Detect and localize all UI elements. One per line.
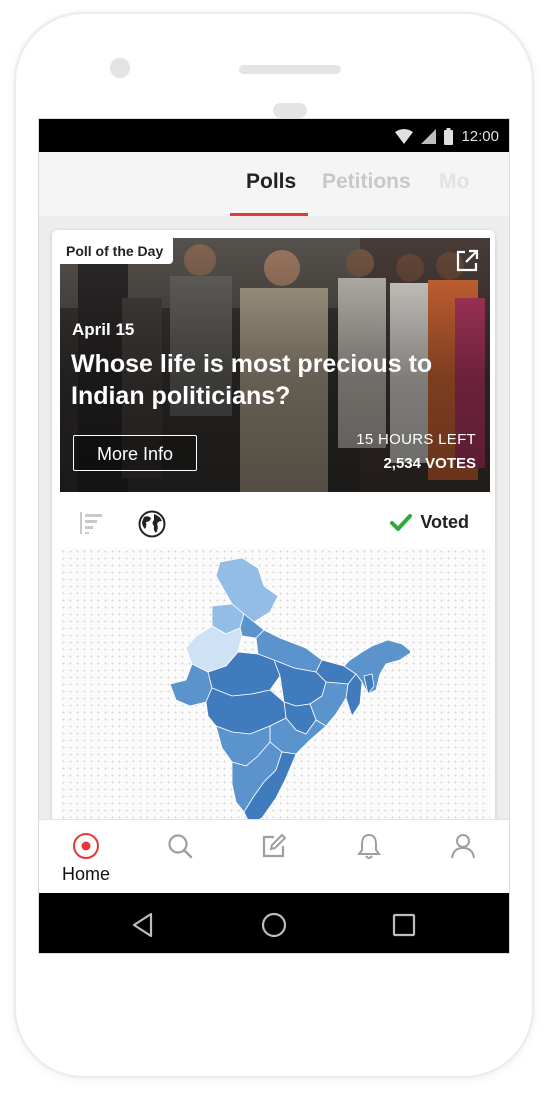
bell-icon bbox=[357, 833, 381, 859]
nav-home[interactable]: Home bbox=[39, 820, 133, 894]
nav-profile[interactable] bbox=[416, 820, 509, 894]
nav-compose[interactable] bbox=[227, 820, 321, 894]
poll-hero-image[interactable]: Poll of the Day April 15 Whose life is m… bbox=[60, 238, 490, 492]
poll-result-toolbar: Voted bbox=[52, 498, 495, 548]
status-bar: 12:00 bbox=[39, 119, 509, 152]
more-info-button[interactable]: More Info bbox=[73, 435, 197, 471]
bar-chart-icon[interactable] bbox=[78, 510, 104, 536]
tab-petitions[interactable]: Petitions bbox=[322, 170, 411, 194]
status-time: 12:00 bbox=[461, 127, 499, 145]
time-left-label: 15 HOURS LEFT bbox=[356, 431, 476, 448]
profile-icon bbox=[451, 834, 475, 859]
globe-icon[interactable] bbox=[138, 510, 166, 538]
search-icon bbox=[168, 834, 193, 859]
external-link-icon[interactable] bbox=[454, 248, 480, 274]
recents-icon[interactable] bbox=[390, 911, 418, 939]
front-camera bbox=[110, 58, 130, 78]
poll-question[interactable]: Whose life is most precious to Indian po… bbox=[71, 348, 481, 412]
back-icon[interactable] bbox=[129, 911, 157, 939]
wifi-icon bbox=[395, 128, 414, 144]
nav-notifications[interactable] bbox=[322, 820, 416, 894]
tab-more[interactable]: Mo bbox=[439, 170, 469, 194]
app-screen: 12:00 Polls Petitions Mo Poll of the Day… bbox=[38, 118, 510, 954]
nav-home-label: Home bbox=[61, 864, 110, 884]
checkmark-icon bbox=[390, 513, 413, 531]
home-circle-icon[interactable] bbox=[260, 911, 288, 939]
earpiece-speaker bbox=[239, 65, 341, 74]
bottom-navigation: Home bbox=[39, 819, 509, 894]
poll-of-the-day-badge: Poll of the Day bbox=[60, 238, 174, 264]
india-map[interactable] bbox=[150, 556, 410, 826]
home-record-icon bbox=[73, 833, 99, 859]
poll-date: April 15 bbox=[72, 320, 135, 339]
proximity-sensor bbox=[273, 103, 307, 118]
battery-icon bbox=[444, 127, 454, 145]
cell-signal-icon bbox=[421, 128, 437, 144]
poll-card[interactable]: Poll of the Day April 15 Whose life is m… bbox=[52, 230, 495, 830]
nav-search[interactable] bbox=[133, 820, 227, 894]
results-map[interactable] bbox=[60, 548, 490, 830]
tab-bar: Polls Petitions Mo bbox=[39, 152, 509, 217]
system-navigation-bar bbox=[39, 893, 509, 953]
poll-feed[interactable]: Poll of the Day April 15 Whose life is m… bbox=[39, 216, 509, 830]
voted-label: Voted bbox=[420, 512, 469, 532]
tab-polls[interactable]: Polls bbox=[246, 170, 296, 194]
vote-count: 2,534 VOTES bbox=[383, 455, 476, 472]
compose-icon bbox=[262, 833, 287, 858]
voted-status: Voted bbox=[390, 512, 469, 533]
